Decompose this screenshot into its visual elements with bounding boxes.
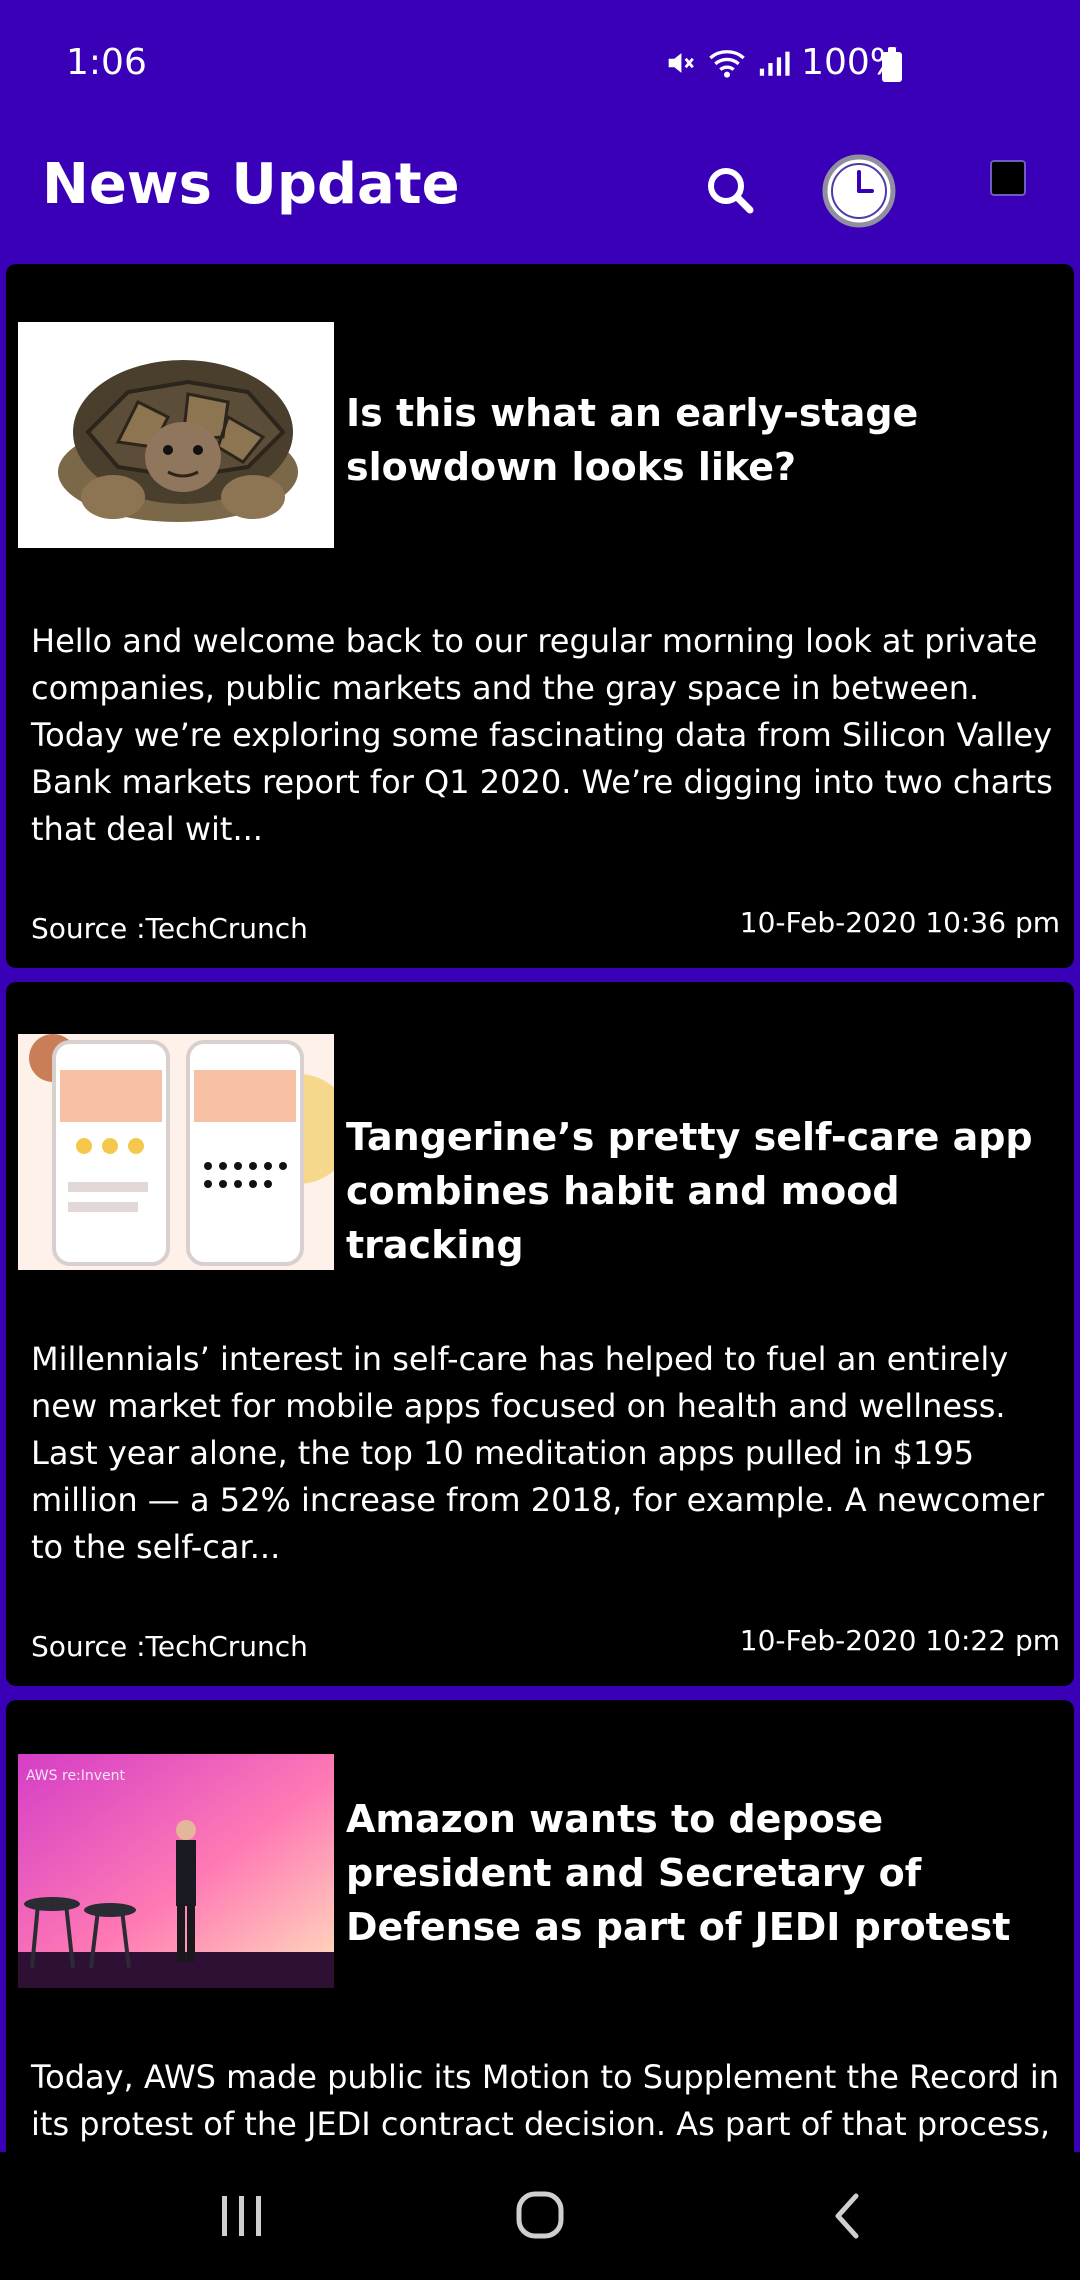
recent-apps-icon: [222, 2196, 261, 2236]
home-button[interactable]: [495, 2172, 585, 2262]
aws-reinvent-stage-image: AWS re:Invent: [18, 1754, 334, 1988]
status-icons: 100%: [663, 42, 904, 83]
image-text-aws: AWS re:Invent: [26, 1768, 126, 1784]
article-card[interactable]: AWS re:Invent Amazon wants to depose pre…: [6, 1700, 1074, 2152]
battery-icon: [882, 47, 902, 82]
article-date: 10-Feb-2020 10:36 pm: [739, 906, 1060, 939]
clock-icon: [822, 154, 896, 228]
wifi-icon: [709, 49, 745, 78]
tortoise-image: [58, 360, 298, 522]
app-screenshots-image: [18, 1034, 334, 1270]
signal-icon: [759, 51, 790, 76]
news-feed[interactable]: Is this what an early-stage slowdown loo…: [0, 264, 1080, 2152]
article-source: Source :TechCrunch: [31, 912, 308, 945]
app-bar: News Update: [0, 130, 1080, 264]
app-title: News Update: [42, 152, 460, 217]
article-description: Millennials’ interest in self-care has h…: [31, 1340, 1045, 1566]
article-card[interactable]: Is this what an early-stage slowdown loo…: [6, 264, 1074, 968]
article-card[interactable]: Tangerine’s pretty self-care app combine…: [6, 982, 1074, 1686]
back-icon: [835, 2193, 859, 2239]
recent-apps-button[interactable]: [196, 2172, 286, 2262]
stop-button[interactable]: [990, 160, 1026, 196]
article-description: Hello and welcome back to our regular mo…: [31, 622, 1053, 848]
search-icon: [708, 168, 754, 214]
mute-icon: [668, 52, 694, 73]
article-image: [18, 322, 334, 548]
article-source: Source :TechCrunch: [31, 1630, 308, 1663]
article-title[interactable]: Is this what an early-stage slowdown loo…: [346, 386, 1046, 494]
article-title[interactable]: Amazon wants to depose president and Sec…: [346, 1792, 1046, 1954]
article-description: Today, AWS made public its Motion to Sup…: [31, 2058, 1060, 2143]
system-navigation-bar: [0, 2152, 1080, 2280]
status-bar: 1:06 100%: [0, 0, 1080, 130]
back-button[interactable]: [800, 2172, 890, 2262]
status-time: 1:06: [66, 42, 147, 83]
search-button[interactable]: [692, 152, 772, 232]
article-title[interactable]: Tangerine’s pretty self-care app combine…: [346, 1110, 1046, 1272]
history-button[interactable]: [818, 150, 900, 232]
article-date: 10-Feb-2020 10:22 pm: [739, 1624, 1060, 1657]
article-image: AWS re:Invent: [18, 1754, 334, 1988]
article-image: [18, 1034, 334, 1270]
home-icon: [516, 2191, 564, 2239]
